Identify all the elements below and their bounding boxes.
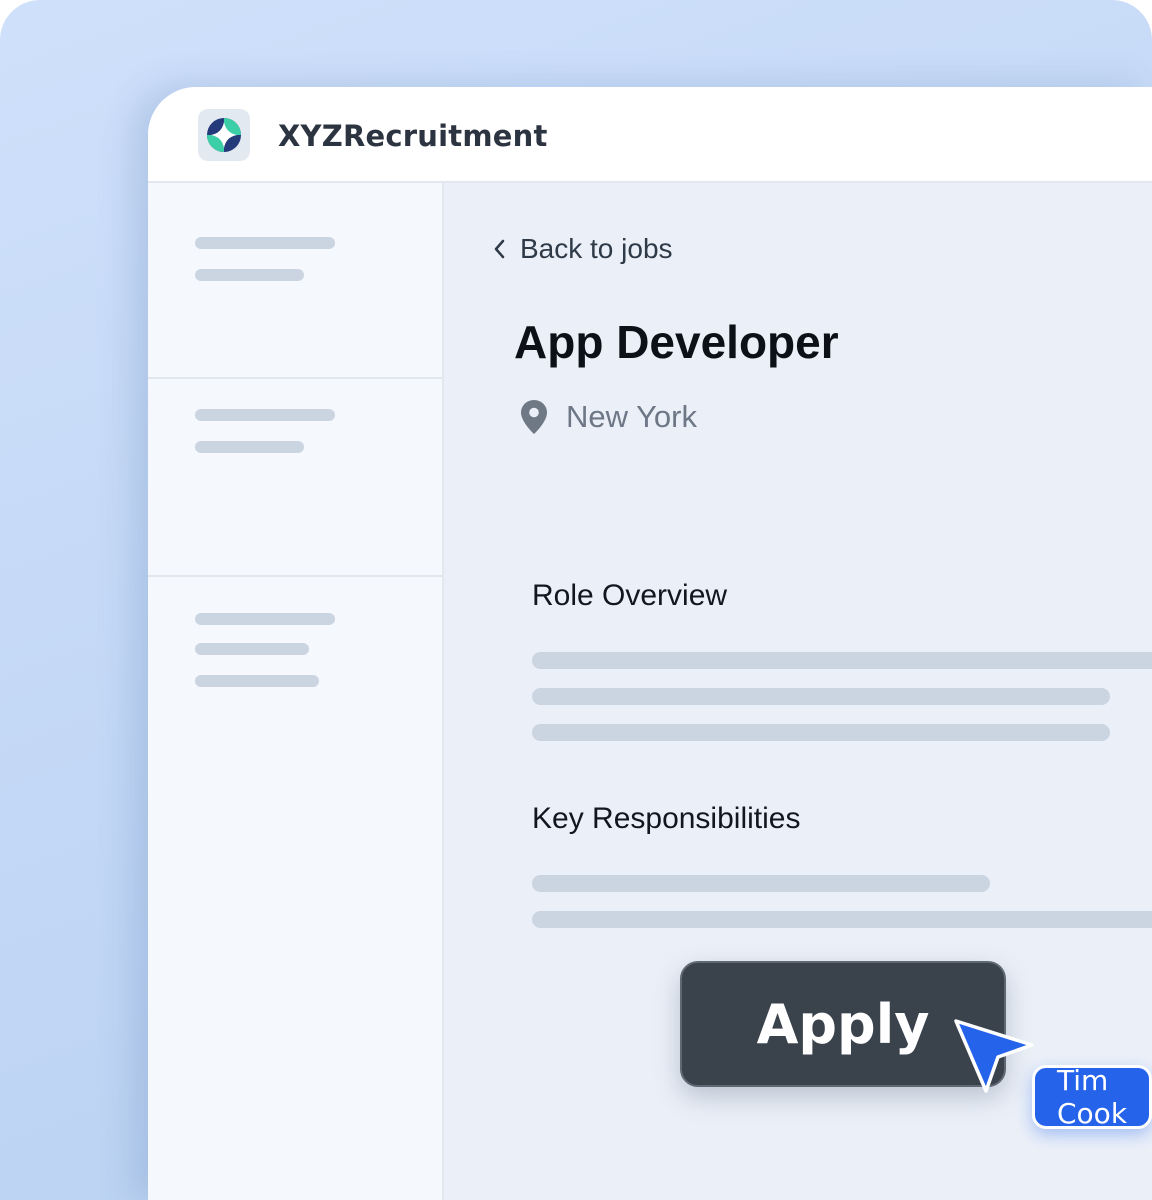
text-placeholder bbox=[195, 409, 335, 421]
app-window: XYZRecruitment Back to jobs App Develope… bbox=[148, 87, 1152, 1200]
text-placeholder bbox=[532, 911, 1152, 928]
job-location: New York bbox=[520, 399, 697, 435]
text-placeholder bbox=[195, 237, 335, 249]
job-title: App Developer bbox=[514, 316, 839, 368]
job-detail-panel: Back to jobs App Developer New York Role… bbox=[444, 183, 1152, 1200]
sidebar bbox=[148, 183, 444, 1200]
text-placeholder bbox=[195, 675, 319, 687]
location-pin-icon bbox=[521, 400, 547, 434]
text-placeholder bbox=[195, 441, 304, 453]
sidebar-item[interactable] bbox=[148, 379, 442, 577]
back-link-label: Back to jobs bbox=[520, 233, 673, 264]
sparkle-logo-icon bbox=[207, 118, 241, 152]
user-cursor-label: Tim Cook bbox=[1032, 1064, 1152, 1130]
text-placeholder bbox=[532, 688, 1110, 705]
text-placeholder bbox=[195, 269, 304, 281]
text-placeholder bbox=[532, 724, 1110, 741]
text-placeholder bbox=[532, 652, 1152, 669]
text-placeholder bbox=[195, 643, 309, 655]
mouse-pointer-icon bbox=[954, 1019, 1034, 1093]
text-placeholder bbox=[532, 875, 990, 892]
top-bar: XYZRecruitment bbox=[148, 87, 1152, 183]
back-to-jobs-link[interactable]: Back to jobs bbox=[492, 233, 673, 265]
app-logo[interactable] bbox=[198, 109, 250, 161]
app-name: XYZRecruitment bbox=[278, 119, 548, 153]
background: XYZRecruitment Back to jobs App Develope… bbox=[0, 0, 1152, 1200]
sidebar-item[interactable] bbox=[148, 183, 442, 379]
section-title-role-overview: Role Overview bbox=[532, 579, 728, 612]
text-placeholder bbox=[195, 613, 335, 625]
chevron-left-icon bbox=[494, 239, 505, 259]
sidebar-item[interactable] bbox=[148, 577, 442, 777]
location-text: New York bbox=[566, 399, 697, 434]
section-title-key-responsibilities: Key Responsibilities bbox=[532, 802, 801, 835]
